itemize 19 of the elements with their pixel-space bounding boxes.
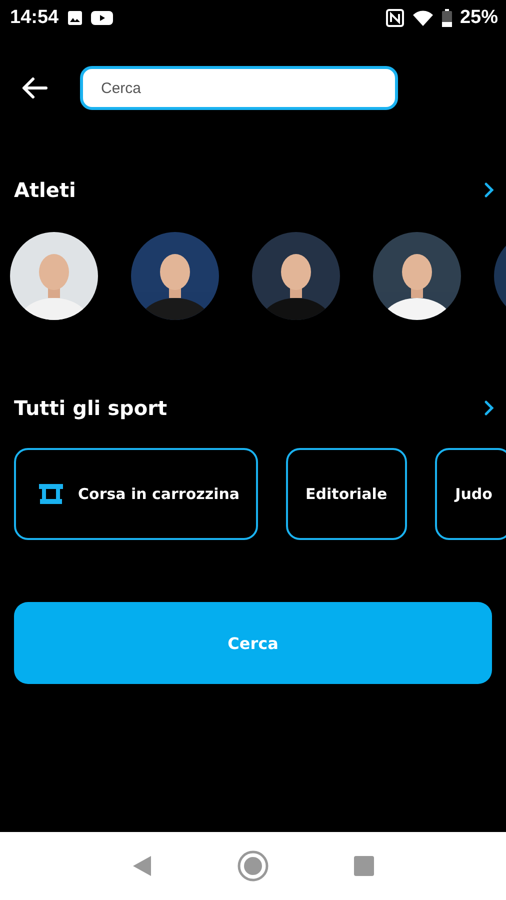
wifi-icon bbox=[412, 9, 434, 27]
nfc-icon bbox=[386, 9, 404, 27]
home-circle-icon[interactable] bbox=[236, 850, 269, 882]
clock-time: 14:54 bbox=[10, 7, 59, 29]
recents-square-icon[interactable] bbox=[354, 856, 374, 876]
back-triangle-icon[interactable] bbox=[132, 855, 152, 877]
chevron-right-icon[interactable] bbox=[484, 182, 494, 198]
sport-chip[interactable]: Editoriale bbox=[286, 448, 408, 540]
image-icon bbox=[66, 10, 83, 26]
back-arrow-icon[interactable] bbox=[20, 76, 48, 100]
sport-chip[interactable]: Corsa in carrozzina bbox=[14, 448, 258, 540]
section-title: Atleti bbox=[14, 178, 76, 202]
section-title: Tutti gli sport bbox=[14, 396, 167, 420]
battery-icon bbox=[442, 9, 452, 27]
battery-percent: 25% bbox=[460, 7, 498, 29]
search-field[interactable]: Cerca bbox=[80, 66, 398, 110]
chevron-right-icon[interactable] bbox=[484, 400, 494, 416]
play-icon bbox=[90, 10, 113, 26]
sport-chip[interactable]: Judo bbox=[435, 448, 506, 540]
